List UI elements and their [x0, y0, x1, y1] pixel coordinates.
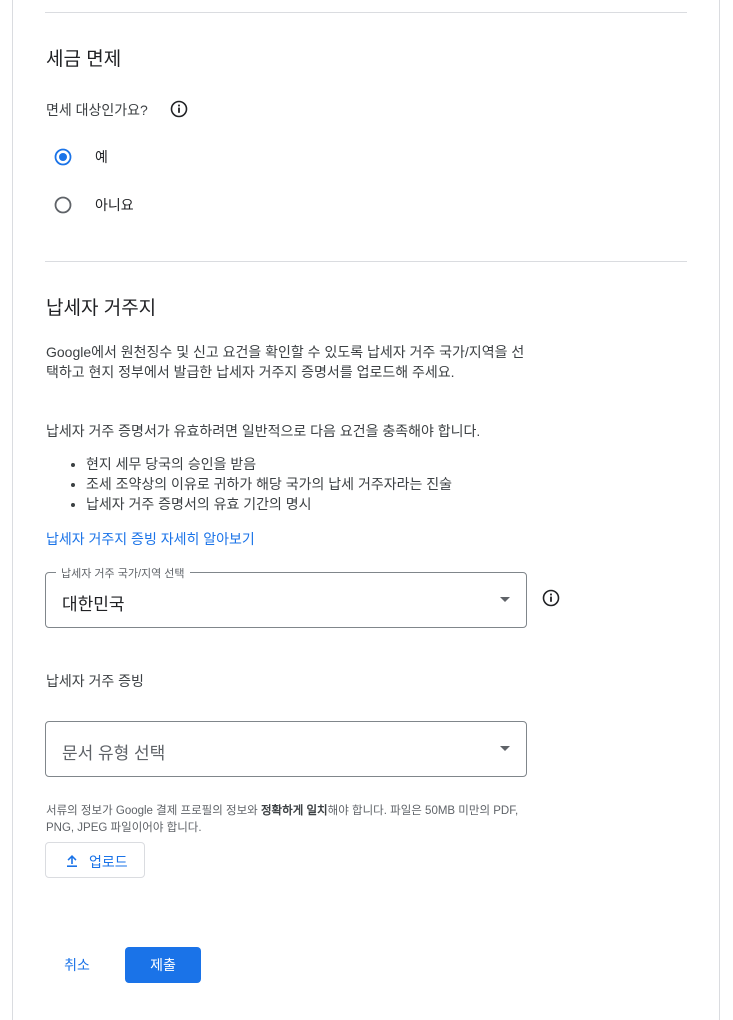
chevron-down-icon — [500, 597, 510, 602]
top-divider — [45, 12, 687, 13]
country-select-value: 대한민국 — [62, 595, 125, 614]
country-select-label: 납세자 거주 국가/지역 선택 — [56, 565, 190, 581]
requirements-list: 현지 세무 당국의 승인을 받음 조세 조약상의 이유로 귀하가 해당 국가의 … — [46, 454, 566, 514]
tax-exemption-title: 세금 면제 — [46, 49, 122, 70]
upload-label: 업로드 — [89, 854, 128, 870]
exemption-question: 면세 대상인가요? — [46, 102, 148, 118]
doc-type-select[interactable]: 문서 유형 선택 — [45, 721, 527, 777]
cancel-button[interactable]: 취소 — [52, 947, 102, 983]
section-divider — [45, 261, 687, 262]
residency-title: 납세자 거주지 — [46, 298, 157, 319]
upload-icon — [67, 855, 77, 867]
learn-more-link[interactable]: 납세자 거주지 증빙 자세히 알아보기 — [46, 529, 255, 549]
list-item: 조세 조약상의 이유로 귀하가 해당 국가의 납세 거주자라는 진술 — [86, 474, 566, 494]
file-requirements-note: 서류의 정보가 Google 결제 프로필의 정보와 정확하게 일치해야 합니다… — [46, 805, 519, 834]
requirements-intro: 납세자 거주 증명서가 유효하려면 일반적으로 다음 요건을 충족해야 합니다. — [46, 423, 481, 439]
proof-label: 납세자 거주 증빙 — [46, 673, 144, 689]
radio-yes[interactable] — [53, 147, 73, 167]
match-emphasis: 정확하게 일치 — [260, 805, 328, 817]
submit-button[interactable]: 제출 — [125, 947, 201, 983]
doc-type-placeholder: 문서 유형 선택 — [62, 744, 166, 763]
residency-description: Google에서 원천징수 및 신고 요건을 확인할 수 있도록 납세자 거주 … — [46, 344, 525, 380]
chevron-down-icon — [500, 746, 510, 751]
country-select[interactable]: 납세자 거주 국가/지역 선택 대한민국 — [45, 565, 527, 628]
info-icon[interactable] — [541, 588, 561, 608]
radio-yes-label[interactable]: 예 — [95, 147, 108, 167]
radio-no-label[interactable]: 아니요 — [95, 195, 134, 215]
upload-button[interactable]: 업로드 — [45, 842, 145, 878]
radio-no[interactable] — [53, 195, 73, 215]
info-icon[interactable] — [169, 99, 189, 119]
list-item: 현지 세무 당국의 승인을 받음 — [86, 454, 566, 474]
list-item: 납세자 거주 증명서의 유효 기간의 명시 — [86, 494, 566, 514]
